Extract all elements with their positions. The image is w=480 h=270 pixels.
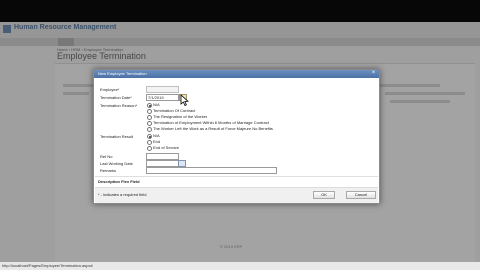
- remarks-label: Remarks: [100, 168, 117, 173]
- result-radio-end-of-service[interactable]: [147, 146, 152, 151]
- remarks-input[interactable]: [146, 167, 277, 174]
- divider: [95, 176, 378, 177]
- result-radio-end[interactable]: [147, 140, 152, 145]
- result-option-end-of-service: End of Service: [153, 145, 180, 150]
- description-flex-field-label: Description Flex Field: [98, 179, 140, 184]
- last-working-date-input[interactable]: [146, 160, 179, 167]
- reason-radio-na[interactable]: [147, 103, 152, 108]
- result-option-end: End: [153, 139, 161, 144]
- ok-button[interactable]: OK: [313, 191, 335, 199]
- termination-result-label: Termination Result: [100, 134, 134, 139]
- result-option-na: N/A: [153, 133, 160, 138]
- mouse-cursor-icon: [180, 94, 189, 106]
- result-radio-na[interactable]: [147, 134, 152, 139]
- termination-dialog: New Employee Termination × Employee* Ter…: [93, 69, 380, 204]
- status-url: http://localhost/Pages/Employee/Terminat…: [2, 263, 93, 268]
- left-dark-area: [0, 0, 55, 270]
- reason-option-marriage: Termination of Employment Within 6 Month…: [153, 120, 269, 125]
- cancel-button[interactable]: Cancel: [346, 191, 376, 199]
- reason-option-resignation: The Resignation of the Worker: [153, 114, 208, 119]
- close-icon[interactable]: ×: [370, 70, 377, 77]
- reason-option-na: N/A: [153, 102, 160, 107]
- employee-label: Employee*: [100, 87, 120, 92]
- termination-date-label: Termination Date*: [100, 95, 132, 100]
- termination-reason-label: Termination Reason*: [100, 103, 138, 108]
- ref-no-label: Ref No: [100, 154, 113, 159]
- dialog-titlebar: New Employee Termination ×: [94, 70, 379, 78]
- calendar-icon[interactable]: [178, 160, 186, 167]
- required-note: * - indicates a required field: [98, 192, 147, 197]
- reason-radio-marriage[interactable]: [147, 121, 152, 126]
- termination-date-input[interactable]: 7/1/2019: [146, 94, 179, 101]
- reason-option-force-majeure: The Worker Left the Work as a Result of …: [153, 126, 273, 131]
- dialog-footer: * - indicates a required field OK Cancel: [95, 187, 378, 203]
- reason-radio-resignation[interactable]: [147, 115, 152, 120]
- last-working-date-label: Last Working Date: [100, 161, 133, 166]
- dialog-title: New Employee Termination: [98, 71, 147, 76]
- employee-field[interactable]: [146, 86, 179, 93]
- reason-option-contract: Termination Of Contract: [153, 108, 196, 113]
- reason-radio-contract[interactable]: [147, 109, 152, 114]
- reason-radio-force-majeure[interactable]: [147, 127, 152, 132]
- ref-no-input[interactable]: [146, 153, 179, 160]
